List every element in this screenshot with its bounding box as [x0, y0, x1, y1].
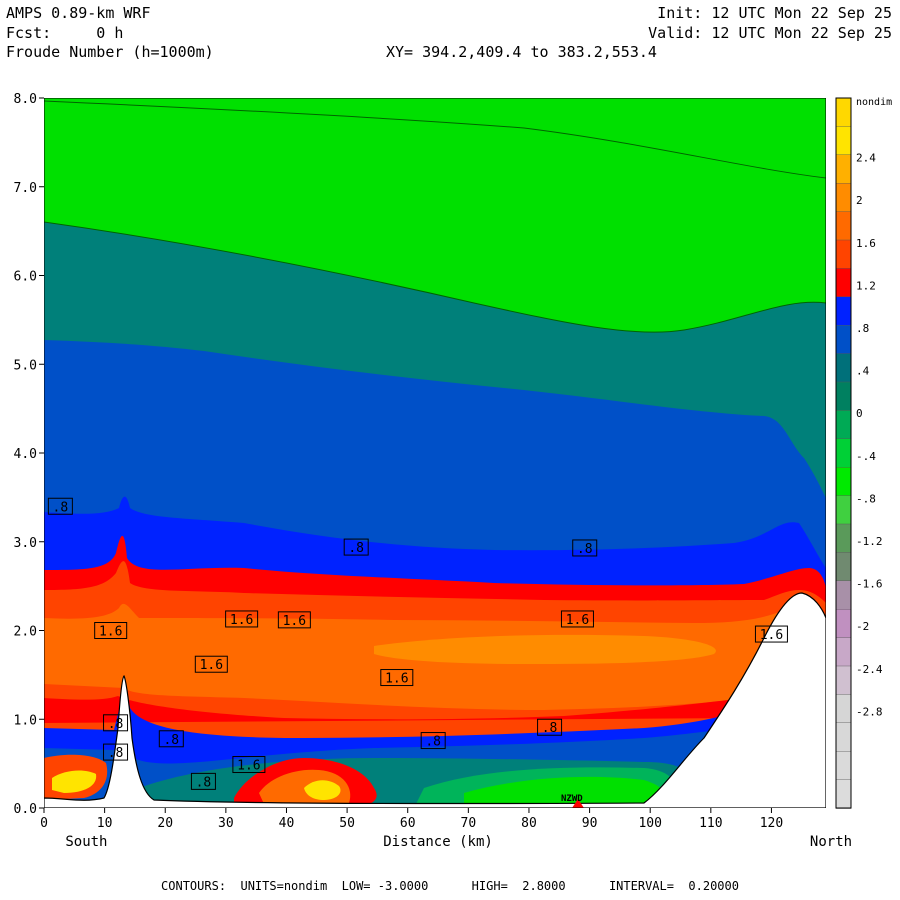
y-tick-label: 3.0: [14, 536, 37, 551]
y-tick-label: 7.0: [14, 181, 37, 196]
y-tick-label: 8.0: [14, 92, 37, 107]
y-tick-label: 0.0: [14, 802, 37, 817]
y-tick-label: 4.0: [14, 447, 37, 462]
north-label: North: [810, 834, 852, 850]
y-tick-label: 2.0: [14, 625, 37, 640]
colorbar-label: -2.8: [856, 705, 883, 718]
colorbar-label: 1.6: [856, 237, 876, 250]
colorbar-swatch: [835, 97, 852, 128]
colorbar-swatch: [835, 268, 852, 298]
colorbar-swatch: [835, 779, 852, 809]
axes-layer: 0 10 20 30 40 50 60 70 80 90 100 110 1200.01.02.03.0…: [14, 92, 893, 850]
colorbar-swatch: [835, 438, 852, 468]
colorbar-swatch: [835, 296, 852, 326]
x-tick-label: 70: [461, 816, 477, 831]
colorbar-swatch: [835, 523, 852, 554]
y-tick-label: 6.0: [14, 270, 37, 285]
x-tick-label: 10: [97, 816, 113, 831]
x-tick-label: 50: [339, 816, 355, 831]
contour-info: CONTOURS: UNITS=nondim LOW= -3.0000 HIGH…: [161, 879, 739, 893]
colorbar-swatch: [835, 353, 852, 383]
x-tick-label: 20: [157, 816, 173, 831]
colorbar-swatch: [835, 552, 852, 582]
colorbar-label: 1.2: [856, 279, 876, 292]
colorbar-swatch: [835, 495, 852, 525]
y-tick-label: 5.0: [14, 358, 37, 373]
x-tick-label: 100: [638, 816, 661, 831]
south-label: South: [65, 834, 107, 850]
x-axis-title: Distance (km): [383, 834, 493, 850]
colorbar-swatch: [835, 182, 852, 213]
colorbar-swatch: [835, 751, 852, 781]
colorbar-swatch: [835, 381, 852, 412]
x-tick-label: 0: [40, 816, 48, 831]
colorbar-label: -.8: [856, 492, 876, 505]
x-tick-label: 30: [218, 816, 234, 831]
colorbar-swatch: [835, 722, 852, 752]
colorbar-label: -2.4: [856, 663, 883, 676]
colorbar-swatch: [835, 410, 852, 440]
colorbar-swatch: [835, 126, 852, 156]
colorbar-swatch: [835, 325, 852, 355]
colorbar-label: -1.6: [856, 578, 883, 591]
colorbar-label: .8: [856, 322, 869, 335]
colorbar-label: -1.2: [856, 535, 883, 548]
x-tick-label: 60: [400, 816, 416, 831]
colorbar-label: nondim: [856, 97, 892, 108]
x-tick-label: 40: [279, 816, 295, 831]
x-tick-label: 120: [760, 816, 783, 831]
colorbar-label: 2: [856, 194, 863, 207]
colorbar-swatch: [835, 609, 852, 639]
x-tick-label: 90: [582, 816, 598, 831]
x-tick-label: 110: [699, 816, 722, 831]
colorbar-label: 2.4: [856, 152, 876, 165]
colorbar-label: .4: [856, 365, 870, 378]
y-tick-label: 1.0: [14, 713, 37, 728]
colorbar-swatch: [835, 467, 852, 497]
colorbar-swatch: [835, 211, 852, 241]
colorbar-swatch: [835, 637, 852, 667]
colorbar-swatch: [835, 694, 852, 724]
colorbar-swatch: [835, 154, 852, 184]
colorbar-label: -.4: [856, 450, 876, 463]
colorbar-label: -2: [856, 620, 869, 633]
colorbar-swatch: [835, 580, 852, 610]
colorbar-label: 0: [856, 407, 863, 420]
colorbar-swatch: [835, 239, 852, 270]
colorbar-swatch: [835, 665, 852, 696]
x-tick-label: 80: [521, 816, 537, 831]
